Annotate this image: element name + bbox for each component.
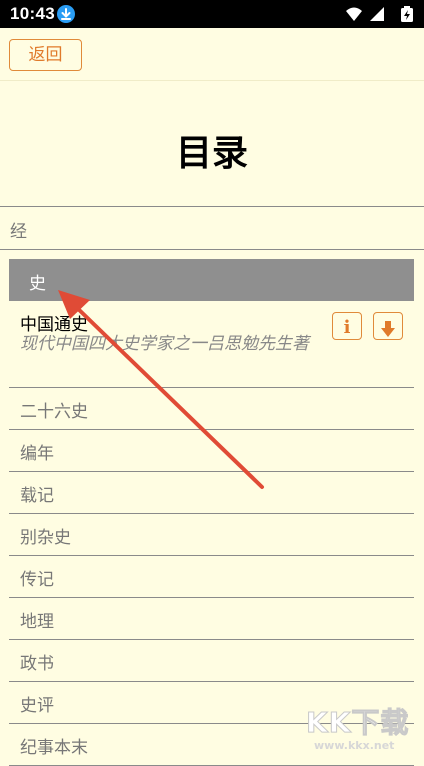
list-item-label: 传记 (20, 570, 54, 590)
status-time: 10:43 (10, 4, 55, 23)
list-item[interactable]: 别杂史 (9, 514, 414, 556)
watermark-url: www.kkx.net (314, 739, 395, 752)
list-item-label: 别杂史 (20, 528, 71, 548)
book-item-zhongguo-tongshi[interactable]: 中国通史 现代中国四大史学家之一吕思勉先生著 i (9, 301, 414, 388)
watermark: KK下载 www.kkx.net (300, 699, 422, 753)
info-button[interactable]: i (332, 312, 362, 340)
book-title: 中国通史 (20, 315, 88, 335)
section-shi-label: 史 (29, 274, 46, 294)
list-item-label: 二十六史 (20, 402, 88, 422)
toolbar: 返回 (0, 28, 424, 81)
list-item-label: 纪事本末 (20, 738, 88, 758)
status-bar: 10:43 (0, 0, 424, 28)
wifi-icon (346, 7, 362, 21)
list-item-label: 编年 (20, 444, 54, 464)
list-item[interactable]: 地理 (9, 598, 414, 640)
list-item-label: 史评 (20, 696, 54, 716)
download-button[interactable] (373, 312, 403, 340)
list-item[interactable]: 编年 (9, 430, 414, 472)
section-shi-header[interactable]: 史 (9, 259, 414, 301)
list-item[interactable]: 载记 (9, 472, 414, 514)
battery-icon (401, 6, 413, 22)
list-item[interactable]: 二十六史 (9, 388, 414, 430)
status-icons (344, 5, 416, 23)
download-arrow-icon (381, 321, 395, 337)
book-description: 现代中国四大史学家之一吕思勉先生著 (20, 334, 309, 354)
download-icon (57, 5, 75, 23)
list-item-label: 载记 (20, 486, 54, 506)
shi-book-list: 中国通史 现代中国四大史学家之一吕思勉先生著 i 二十六史 编年 载记 别杂史 … (9, 301, 414, 766)
back-button[interactable]: 返回 (9, 39, 82, 71)
signal-icon (370, 7, 384, 21)
list-item[interactable]: 政书 (9, 640, 414, 682)
list-item[interactable]: 传记 (9, 556, 414, 598)
list-item-label: 政书 (20, 654, 54, 674)
page-title: 目录 (175, 133, 248, 174)
section-jing[interactable]: 经 (0, 206, 424, 250)
watermark-logo: KK下载 (305, 706, 410, 740)
list-item-label: 地理 (20, 612, 54, 632)
section-jing-label: 经 (10, 222, 27, 242)
